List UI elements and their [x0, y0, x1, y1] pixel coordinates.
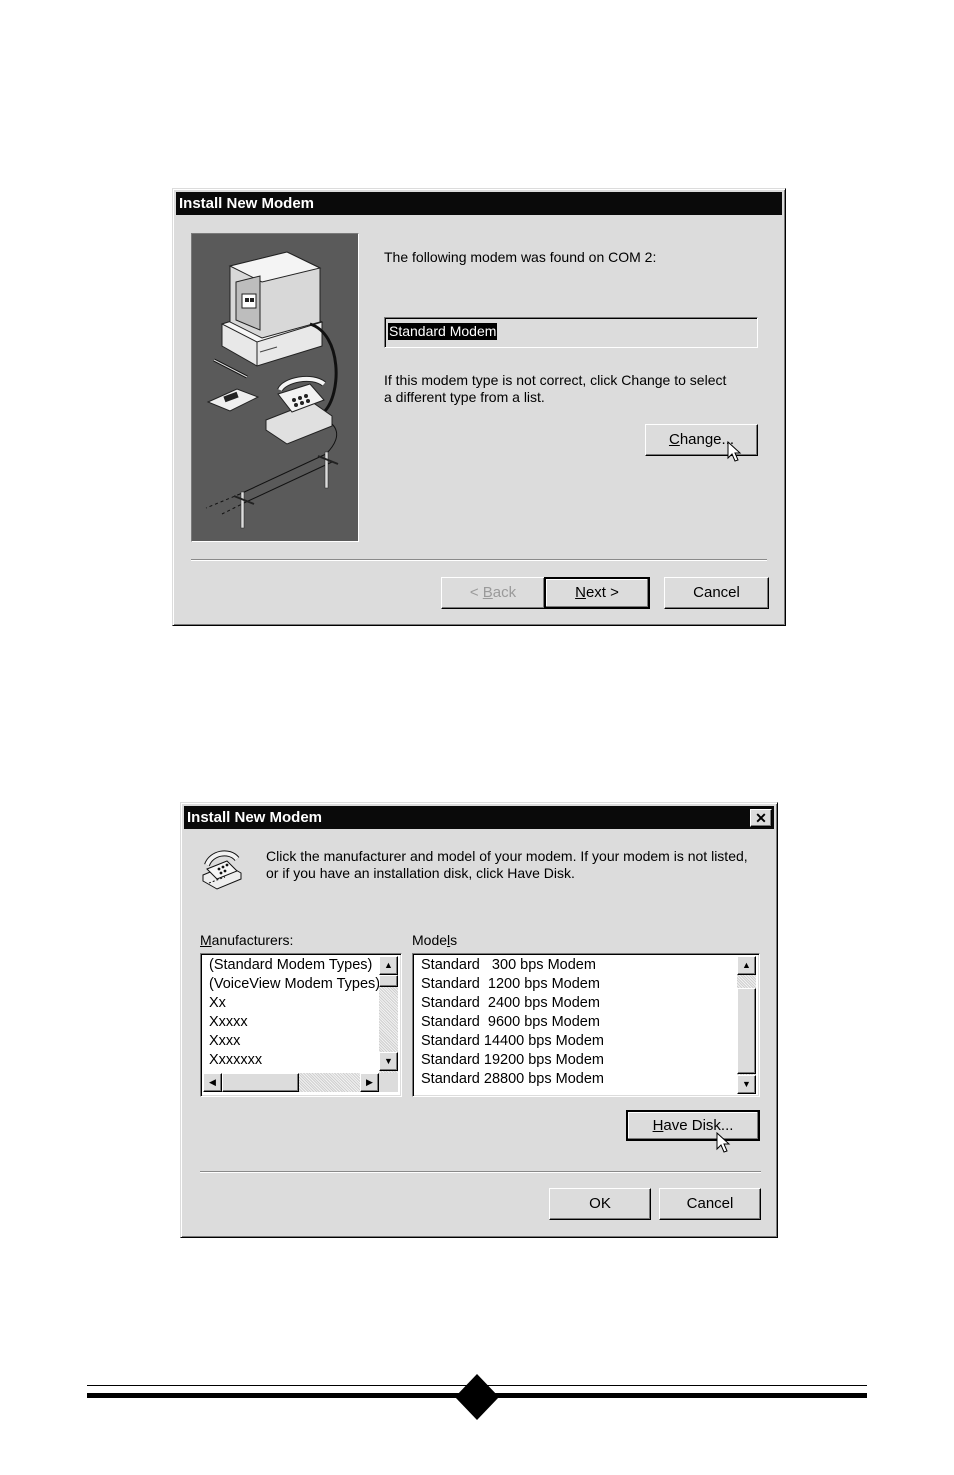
install-modem-dialog-found: Install New Modem The following modem wa… [172, 188, 786, 626]
hint-text: If this modem type is not correct, click… [384, 372, 726, 406]
scroll-left-button[interactable]: ◀ [203, 1073, 222, 1092]
next-mnemonic: N [575, 584, 586, 601]
hint-text-line-2: a different type from a list. [384, 389, 545, 405]
dialog-title: Install New Modem [187, 809, 323, 826]
model-list-item[interactable]: Standard 9600 bps Modem [415, 1013, 737, 1032]
scroll-up-button[interactable]: ▲ [379, 956, 398, 975]
change-label: hange... [679, 431, 735, 448]
found-on-port-text: The following modem was found on COM 2: [384, 249, 657, 265]
button-separator [200, 1171, 761, 1173]
title-bar: Install New Modem [176, 192, 782, 215]
back-button[interactable]: < Back [441, 577, 545, 609]
back-prefix: < [469, 584, 483, 601]
manufacturers-vscroll-thumb[interactable] [379, 975, 398, 987]
have-disk-mnemonic: H [652, 1117, 664, 1134]
model-list-item[interactable]: Standard 1200 bps Modem [415, 975, 737, 994]
manufacturer-list-item[interactable]: (Standard Modem Types) [203, 956, 379, 975]
models-list[interactable]: Standard 300 bps Modem Standard 1200 bps … [412, 953, 760, 1097]
model-list-item[interactable]: Standard 300 bps Modem [415, 956, 737, 975]
hint-text-line-1: If this modem type is not correct, click… [384, 372, 727, 388]
manufacturer-list-item[interactable]: Xxxxxxx [203, 1051, 379, 1070]
cancel-button[interactable]: Cancel [659, 1188, 761, 1220]
manufacturers-label: Manufacturers: [200, 932, 293, 949]
close-icon: ✕ [755, 810, 767, 826]
telephone-icon [202, 850, 242, 890]
install-modem-dialog-select: Install New Modem ✕ Click the manufactur… [180, 802, 778, 1238]
manufacturers-label-text: anufacturers: [211, 932, 294, 948]
manufacturers-hscroll-thumb[interactable] [222, 1073, 299, 1092]
modem-illustration-icon [205, 251, 339, 529]
manufacturer-list-item[interactable]: Xxxx [203, 1032, 379, 1051]
cancel-label: Cancel [686, 1195, 734, 1212]
manufacturers-list[interactable]: (Standard Modem Types) (VoiceView Modem T… [200, 953, 402, 1097]
models-vscroll-thumb[interactable] [737, 988, 756, 1074]
manufacturer-list-item[interactable]: Xx [203, 994, 379, 1013]
scrollbar-corner [379, 1073, 398, 1092]
mouse-pointer-icon [716, 1132, 731, 1153]
ok-button[interactable]: OK [549, 1188, 651, 1220]
change-mnemonic: C [668, 431, 680, 448]
cancel-label: Cancel [693, 584, 740, 601]
model-list-item[interactable]: Standard 14400 bps Modem [415, 1032, 737, 1051]
ok-label: OK [589, 1195, 611, 1212]
diamond-ornament-icon [455, 1374, 499, 1420]
title-bar: Install New Modem ✕ [184, 806, 774, 829]
computer-phone-modem-illustration [191, 233, 359, 542]
models-label-suffix: s [450, 932, 458, 948]
scroll-up-button[interactable]: ▲ [737, 956, 756, 975]
next-button[interactable]: Next > [544, 577, 650, 609]
dialog-title: Install New Modem [179, 195, 315, 212]
scroll-right-button[interactable]: ▶ [360, 1073, 379, 1092]
models-label: Models [412, 932, 457, 949]
back-label: ack [492, 584, 517, 601]
instruction-line-1: Click the manufacturer and model of your… [266, 848, 748, 864]
scroll-down-button[interactable]: ▼ [379, 1052, 398, 1071]
cancel-button[interactable]: Cancel [664, 577, 769, 609]
instruction-text: Click the manufacturer and model of your… [266, 848, 748, 882]
mouse-pointer-icon [727, 441, 742, 462]
models-label-prefix: Mode [412, 932, 448, 948]
model-list-item[interactable]: Standard 2400 bps Modem [415, 994, 737, 1013]
have-disk-button[interactable]: Have Disk... [626, 1110, 760, 1141]
close-button[interactable]: ✕ [750, 809, 772, 827]
instruction-line-2: or if you have an installation disk, cli… [266, 865, 575, 881]
next-label: ext > [585, 584, 619, 601]
button-separator [191, 559, 767, 561]
detected-modem-field[interactable]: Standard Modem [384, 317, 758, 348]
manufacturers-mnemonic: M [200, 932, 212, 948]
model-list-item[interactable]: Standard 28800 bps Modem [415, 1070, 737, 1089]
scroll-down-button[interactable]: ▼ [737, 1075, 756, 1094]
back-mnemonic: B [482, 584, 493, 601]
manufacturer-list-item[interactable]: Xxxxx [203, 1013, 379, 1032]
manufacturer-list-item[interactable]: (VoiceView Modem Types) [203, 975, 379, 994]
detected-modem-value: Standard Modem [388, 323, 498, 340]
model-list-item[interactable]: Standard 19200 bps Modem [415, 1051, 737, 1070]
